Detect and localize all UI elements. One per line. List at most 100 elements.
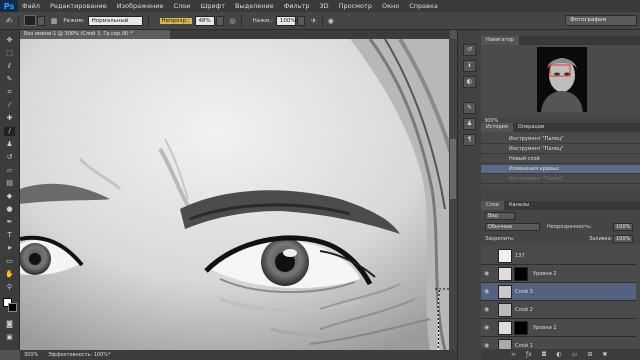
shape-icon[interactable]: ▭	[4, 257, 15, 266]
scrollbar-thumb[interactable]	[450, 139, 456, 199]
properties-panel-icon[interactable]: ℹ	[463, 60, 476, 72]
hand-icon[interactable]: ✋	[4, 270, 15, 279]
type-icon[interactable]: T	[4, 231, 15, 240]
visibility-eye-icon[interactable]: ◉	[484, 288, 492, 296]
smudge-tool-icon[interactable]: ✍	[6, 16, 13, 25]
blend-mode-select[interactable]: Обычные	[485, 223, 540, 231]
brush-panel-icon[interactable]: ▦	[51, 17, 58, 25]
pressure-opacity-icon[interactable]: ◎	[230, 17, 236, 25]
layer-row[interactable]: ◉ Уровни 1	[481, 319, 636, 337]
menu-layers[interactable]: Слои	[169, 2, 196, 10]
opacity-input[interactable]: 48%	[194, 15, 215, 26]
document-tab[interactable]: Без имени-1 @ 300% (Слой 3, Гр.сер./8) *	[20, 30, 170, 39]
flow-input[interactable]: 100%	[275, 15, 296, 26]
history-row[interactable]: Новый слой	[481, 155, 640, 164]
history-row[interactable]: Инструмент "Палец"	[481, 175, 640, 184]
menu-type[interactable]: Шрифт	[196, 2, 231, 10]
stamp-icon[interactable]: ♟	[4, 140, 15, 149]
brush-icon[interactable]: ∕	[4, 127, 15, 136]
mode-label: Режим:	[63, 17, 85, 24]
menu-window[interactable]: Окно	[378, 2, 405, 10]
link-icon[interactable]: ∞	[511, 351, 516, 358]
visibility-eye-icon[interactable]: ◉	[484, 306, 492, 314]
menu-view[interactable]: Просмотр	[335, 2, 378, 10]
layer-mask-thumbnail[interactable]	[514, 321, 528, 335]
options-bar: ✍ ▦ Режим: Нормальный Непрозр.: 48% ◎ На…	[0, 12, 640, 30]
pen-icon[interactable]: ✒	[4, 218, 15, 227]
tab-layers[interactable]: Слои	[481, 201, 504, 210]
layer-row[interactable]: ◉ Уровни 2	[481, 265, 636, 283]
menu-edit[interactable]: Редактирование	[46, 2, 113, 10]
tab-channels[interactable]: Каналы	[504, 201, 534, 210]
document-canvas[interactable]	[20, 39, 457, 350]
canvas-vertical-scrollbar[interactable]	[449, 39, 457, 350]
brush-panel-icon[interactable]: ✎	[463, 102, 476, 114]
brush-preset-dropdown[interactable]	[36, 15, 45, 26]
zoom-readout[interactable]: 300%	[24, 352, 38, 358]
new-layer-icon[interactable]: ⊞	[587, 351, 592, 358]
navigator-preview-image	[537, 47, 587, 112]
menu-bar: Ps Файл Редактирование Изображение Слои …	[0, 0, 640, 12]
lasso-icon[interactable]: ℓ	[4, 62, 15, 71]
navigator-thumbnail[interactable]	[537, 47, 587, 112]
fill-input[interactable]: 100%	[613, 235, 633, 243]
history-row[interactable]: Инструмент "Палец"	[481, 135, 640, 144]
layer-name: 137	[515, 253, 525, 259]
blur-icon[interactable]: ◆	[4, 192, 15, 201]
dodge-icon[interactable]: ●	[4, 205, 15, 214]
efficiency-readout[interactable]: Эффективность: 100%*	[48, 352, 110, 358]
history-brush-icon[interactable]: ↺	[4, 153, 15, 162]
layer-opacity-input[interactable]: 100%	[613, 223, 633, 231]
airbrush-icon[interactable]: ✈	[311, 17, 317, 25]
adjustment-layer-icon[interactable]: ◐	[556, 351, 561, 358]
visibility-eye-icon[interactable]: ◉	[484, 324, 492, 332]
background-color-swatch[interactable]	[8, 303, 17, 312]
layer-row[interactable]: ◉ Слой 2	[481, 301, 636, 319]
trash-icon[interactable]: ✖	[602, 351, 607, 358]
layer-kind-filter[interactable]: Вид	[485, 212, 515, 220]
quick-select-icon[interactable]: ✎	[4, 75, 15, 84]
flow-dropdown[interactable]	[296, 15, 305, 26]
clone-source-panel-icon[interactable]: ♟	[463, 118, 476, 130]
adjustment-icon	[498, 321, 512, 335]
menu-filter[interactable]: Фильтр	[280, 2, 316, 10]
mode-select[interactable]: Нормальный	[87, 15, 143, 26]
workspace-switcher[interactable]: Фотография	[565, 15, 637, 26]
layer-row-selected[interactable]: ◉ Слой 3	[481, 283, 636, 301]
layer-row[interactable]: 137	[481, 247, 636, 265]
pressure-size-icon[interactable]: ◉	[328, 17, 334, 25]
marquee-icon[interactable]: ⬚	[4, 49, 15, 58]
tab-actions[interactable]: Операции	[513, 123, 549, 132]
tab-history[interactable]: История	[481, 123, 513, 132]
mask-icon[interactable]: ◘	[542, 351, 547, 358]
opacity-dropdown[interactable]	[215, 15, 224, 26]
history-row[interactable]: Инструмент "Палец"	[481, 145, 640, 154]
history-row-selected[interactable]: Изменения кривых	[481, 165, 640, 174]
group-icon[interactable]: ▭	[572, 351, 578, 358]
menu-file[interactable]: Файл	[18, 2, 46, 10]
flow-label: Нажм.:	[252, 17, 273, 24]
crop-icon[interactable]: ⌗	[4, 88, 15, 97]
tab-navigator[interactable]: Навигатор	[481, 36, 519, 45]
screen-mode-icon[interactable]: ▣	[4, 333, 15, 342]
adjustments-panel-icon[interactable]: ◐	[463, 76, 476, 88]
history-panel-icon[interactable]: ↺	[463, 44, 476, 56]
paragraph-panel-icon[interactable]: ¶	[463, 134, 476, 146]
menu-help[interactable]: Справка	[405, 2, 444, 10]
toolbox: ✥ ⬚ ℓ ✎ ⌗ ⁄ ✚ ∕ ♟ ↺ ▱ ▤ ◆ ● ✒ T ➤ ▭ ✋ ⚲ …	[0, 30, 20, 350]
move-icon[interactable]: ✥	[4, 36, 15, 45]
gradient-icon[interactable]: ▤	[4, 179, 15, 188]
healing-icon[interactable]: ✚	[4, 114, 15, 123]
path-select-icon[interactable]: ➤	[4, 244, 15, 253]
menu-3d[interactable]: 3D	[315, 2, 334, 10]
menu-image[interactable]: Изображение	[113, 2, 170, 10]
zoom-icon[interactable]: ⚲	[4, 283, 15, 292]
eraser-icon[interactable]: ▱	[4, 166, 15, 175]
eyedropper-icon[interactable]: ⁄	[4, 101, 15, 110]
menu-select[interactable]: Выделение	[231, 2, 280, 10]
quick-mask-icon[interactable]: ◙	[4, 320, 15, 329]
layer-mask-thumbnail[interactable]	[514, 267, 528, 281]
brush-preset-picker[interactable]	[23, 15, 36, 26]
visibility-eye-icon[interactable]: ◉	[484, 270, 492, 278]
fx-icon[interactable]: ƒx	[526, 351, 532, 358]
